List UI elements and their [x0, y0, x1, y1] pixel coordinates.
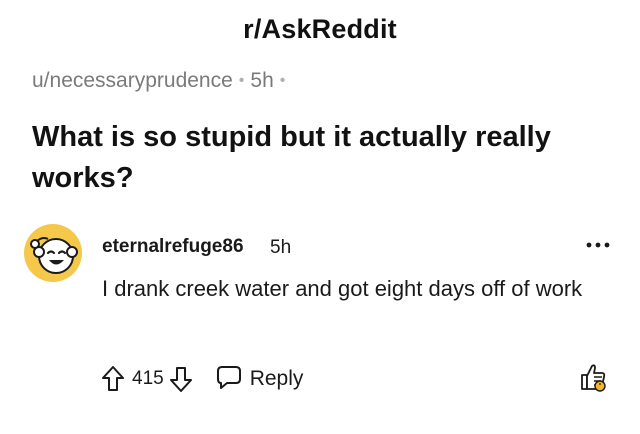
- comment-author[interactable]: eternalrefuge86: [102, 236, 244, 258]
- post-time: 5h: [250, 69, 274, 92]
- post-author[interactable]: u/necessaryprudence: [32, 69, 233, 92]
- comment-time: 5h: [270, 237, 292, 258]
- post-title: What is so stupid but it actually really…: [32, 121, 551, 194]
- separator-dot: •: [279, 72, 286, 89]
- separator-dot: •: [238, 72, 245, 89]
- comment-actions: 415 Reply: [100, 362, 303, 396]
- speech-bubble-icon: [216, 364, 242, 395]
- downvote-arrow-icon[interactable]: [168, 364, 194, 394]
- post-meta: u/necessaryprudence • 5h •: [32, 69, 291, 93]
- snoo-avatar-icon[interactable]: [24, 224, 82, 282]
- comment-body: I drank creek water and got eight days o…: [102, 276, 583, 301]
- reply-button[interactable]: Reply: [216, 364, 304, 395]
- upvote-arrow-icon[interactable]: [100, 364, 126, 394]
- more-dots-icon[interactable]: [584, 235, 612, 255]
- subreddit-title[interactable]: r/AskReddit: [0, 14, 640, 45]
- vote-score: 415: [132, 368, 164, 389]
- award-thumbs-up-icon[interactable]: [578, 361, 608, 393]
- reply-label: Reply: [249, 367, 304, 390]
